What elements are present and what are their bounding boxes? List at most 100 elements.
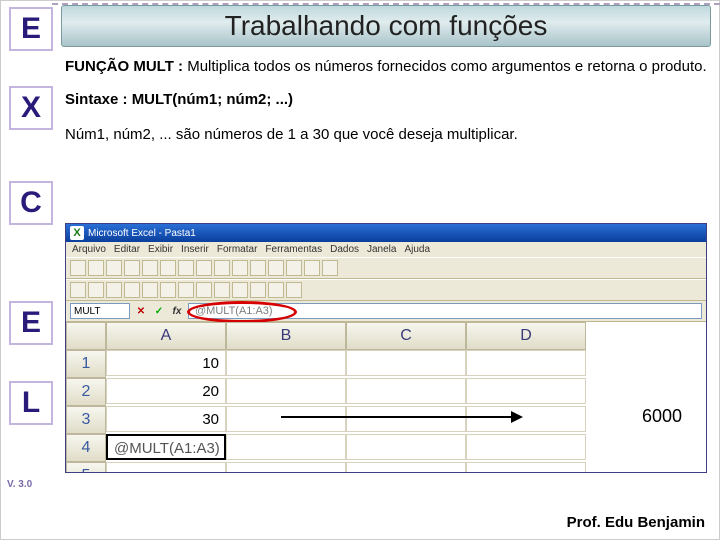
function-name-bold: FUNÇÃO MULT : [65,58,187,75]
side-letter-c: C [9,181,53,225]
cell-b3[interactable] [226,406,346,432]
spreadsheet-grid[interactable]: A B C D 1 10 2 20 3 30 4 @MULT(A1:A3) 5 [66,322,706,473]
syntax-body: MULT(núm1; núm2; ...) [132,91,293,108]
author-label: Prof. Edu Benjamin [567,514,705,531]
toolbar-button[interactable] [178,260,194,276]
toolbar-button[interactable] [106,282,122,298]
menu-ajuda[interactable]: Ajuda [404,244,430,255]
toolbar-button[interactable] [286,260,302,276]
side-letter-e2: E [9,301,53,345]
cell-d4[interactable] [466,434,586,460]
toolbar-button[interactable] [268,282,284,298]
toolbar-button[interactable] [70,260,86,276]
cell-a2[interactable]: 20 [106,378,226,404]
toolbar-button[interactable] [286,282,302,298]
toolbar-button[interactable] [160,282,176,298]
menu-exibir[interactable]: Exibir [148,244,173,255]
name-box[interactable]: MULT [70,303,130,319]
title-bar: Trabalhando com funções [61,5,711,47]
toolbar-button[interactable] [70,282,86,298]
menu-editar[interactable]: Editar [114,244,140,255]
cancel-icon[interactable]: ✕ [134,306,148,317]
cell-a4[interactable]: @MULT(A1:A3) [106,434,226,460]
excel-toolbar-1 [66,257,706,279]
function-description-text: Multiplica todos os números fornecidos c… [187,58,706,75]
result-arrow [281,416,521,418]
cell-c1[interactable] [346,350,466,376]
row-header-5[interactable]: 5 [66,462,106,473]
row-header-4[interactable]: 4 [66,434,106,462]
row-header-3[interactable]: 3 [66,406,106,434]
toolbar-button[interactable] [250,282,266,298]
excel-window-title: Microsoft Excel - Pasta1 [88,228,196,239]
cell-b2[interactable] [226,378,346,404]
cell-a1[interactable]: 10 [106,350,226,376]
toolbar-button[interactable] [88,260,104,276]
cell-b1[interactable] [226,350,346,376]
side-letter-l: L [9,381,53,425]
menu-inserir[interactable]: Inserir [181,244,209,255]
fx-icon[interactable]: fx [170,306,184,317]
toolbar-button[interactable] [232,260,248,276]
excel-toolbar-2 [66,279,706,301]
content-area: FUNÇÃO MULT : Multiplica todos os número… [65,57,707,153]
col-header-d[interactable]: D [466,322,586,350]
excel-titlebar: X Microsoft Excel - Pasta1 [66,224,706,242]
row-header-2[interactable]: 2 [66,378,106,406]
menu-arquivo[interactable]: Arquivo [72,244,106,255]
excel-menu-bar[interactable]: Arquivo Editar Exibir Inserir Formatar F… [66,242,706,257]
toolbar-button[interactable] [88,282,104,298]
cell-c3[interactable] [346,406,466,432]
cell-b5[interactable] [226,462,346,473]
toolbar-button[interactable] [304,260,320,276]
toolbar-button[interactable] [106,260,122,276]
cell-d5[interactable] [466,462,586,473]
toolbar-button[interactable] [250,260,266,276]
cell-c2[interactable] [346,378,466,404]
toolbar-button[interactable] [232,282,248,298]
version-label: V. 3.0 [7,479,32,490]
toolbar-button[interactable] [142,282,158,298]
cell-d1[interactable] [466,350,586,376]
toolbar-button[interactable] [268,260,284,276]
toolbar-button[interactable] [160,260,176,276]
toolbar-button[interactable] [214,260,230,276]
cell-b4[interactable] [226,434,346,460]
menu-dados[interactable]: Dados [330,244,359,255]
function-description: FUNÇÃO MULT : Multiplica todos os número… [65,57,707,77]
toolbar-button[interactable] [124,260,140,276]
formula-input[interactable]: @MULT(A1:A3) [188,303,702,319]
result-value: 6000 [642,406,682,427]
syntax-label: Sintaxe : [65,91,132,108]
cell-a5[interactable] [106,462,226,473]
menu-ferramentas[interactable]: Ferramentas [265,244,322,255]
select-all-corner[interactable] [66,322,106,350]
slide-title: Trabalhando com funções [225,10,548,42]
excel-window: X Microsoft Excel - Pasta1 Arquivo Edita… [65,223,707,473]
cell-c4[interactable] [346,434,466,460]
confirm-icon[interactable]: ✓ [152,306,166,317]
formula-bar: MULT ✕ ✓ fx @MULT(A1:A3) [66,301,706,322]
cell-a3[interactable]: 30 [106,406,226,432]
toolbar-button[interactable] [178,282,194,298]
col-header-b[interactable]: B [226,322,346,350]
toolbar-button[interactable] [196,260,212,276]
toolbar-button[interactable] [322,260,338,276]
excel-app-icon: X [70,226,84,240]
menu-janela[interactable]: Janela [367,244,396,255]
col-header-c[interactable]: C [346,322,466,350]
toolbar-button[interactable] [214,282,230,298]
row-header-1[interactable]: 1 [66,350,106,378]
toolbar-button[interactable] [196,282,212,298]
toolbar-button[interactable] [142,260,158,276]
col-header-a[interactable]: A [106,322,226,350]
toolbar-button[interactable] [124,282,140,298]
cell-d3[interactable] [466,406,586,432]
menu-formatar[interactable]: Formatar [217,244,258,255]
cell-c5[interactable] [346,462,466,473]
side-letter-e1: E [9,7,53,51]
formula-value: @MULT(A1:A3) [195,305,273,317]
cell-d2[interactable] [466,378,586,404]
params-description: Núm1, núm2, ... são números de 1 a 30 qu… [65,126,707,143]
syntax-line: Sintaxe : MULT(núm1; núm2; ...) [65,91,707,108]
